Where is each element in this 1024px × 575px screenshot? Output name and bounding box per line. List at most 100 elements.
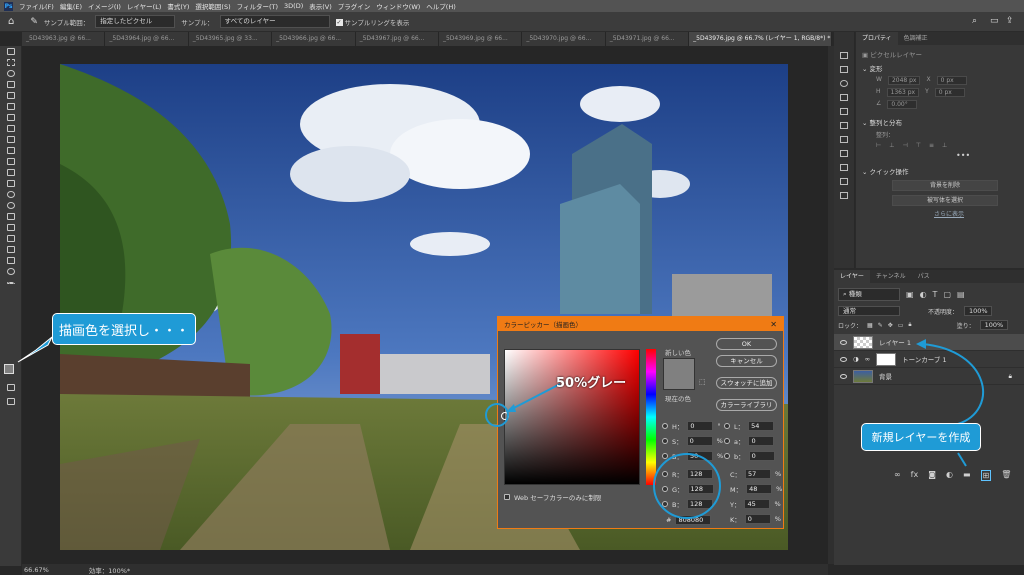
transform-section-title[interactable]: ⌄ 変形 <box>862 63 1024 73</box>
current-color-swatch[interactable] <box>663 374 695 390</box>
new-group-icon[interactable]: ▬ <box>963 470 971 481</box>
tab-doc-4[interactable]: _5D43966.jpg @ 66... <box>272 32 356 46</box>
filter-adjust-icon[interactable]: ◐ <box>920 290 927 299</box>
pen-tool[interactable] <box>0 211 22 222</box>
lock-pixels-icon[interactable]: ▦ <box>867 322 873 329</box>
properties-panel-button[interactable] <box>834 48 854 62</box>
sample-size-select[interactable]: 指定したピクセル <box>95 15 176 28</box>
tab-doc-active[interactable]: _5D43976.jpg @ 66.7% (レイヤー 1, RGB/8*) * <box>689 32 833 46</box>
menu-layer[interactable]: レイヤー(L) <box>127 1 162 11</box>
layer-row-curves[interactable]: ◑ ∞ トーンカーブ 1 <box>834 351 1024 368</box>
remove-background-button[interactable]: 背景を削除 <box>892 180 998 191</box>
libraries-panel-button[interactable] <box>834 62 854 76</box>
tab-properties[interactable]: プロパティ <box>856 32 898 45</box>
workspace-icon[interactable]: ▭ <box>990 16 999 26</box>
new-layer-icon[interactable]: ⊞ <box>980 470 992 481</box>
zoom-tool[interactable] <box>0 266 22 277</box>
lock-paint-icon[interactable]: ✎ <box>878 322 883 329</box>
filter-smart-icon[interactable]: ▤ <box>957 290 965 299</box>
filter-type-icon[interactable]: T <box>933 290 938 299</box>
menu-edit[interactable]: 編集(E) <box>60 1 82 11</box>
tab-doc-8[interactable]: _5D43971.jpg @ 66... <box>605 32 690 46</box>
marquee-tool[interactable] <box>0 57 22 68</box>
show-ring-checkbox[interactable]: ✓ サンプルリングを表示 <box>335 17 409 27</box>
menu-view[interactable]: 表示(V) <box>309 1 332 11</box>
crop-tool[interactable] <box>0 90 22 101</box>
lab-l-input[interactable]: 54 <box>748 421 775 431</box>
lock-all-icon[interactable]: 🔒︎ <box>908 321 911 329</box>
brush-settings-panel-button[interactable] <box>834 104 854 118</box>
layer-row-layer1[interactable]: レイヤー 1 <box>834 334 1024 351</box>
blue-input[interactable]: 128 <box>686 499 713 509</box>
visibility-eye-icon[interactable] <box>840 339 847 345</box>
screen-mode-tool[interactable] <box>0 396 22 407</box>
move-tool[interactable] <box>0 46 22 57</box>
menu-3d[interactable]: 3D(D) <box>284 2 303 10</box>
efficiency-info[interactable]: 効率：100%* <box>89 565 130 575</box>
path-select-tool[interactable] <box>0 233 22 244</box>
align-right-icon[interactable]: ⊣ <box>902 142 907 149</box>
lab-b-radio[interactable] <box>724 453 730 459</box>
align-section-title[interactable]: ⌄ 整列と分布 <box>862 117 1024 127</box>
select-subject-button[interactable]: 被写体を選択 <box>892 195 998 206</box>
adjustments-panel-button[interactable] <box>834 118 854 132</box>
shape-tool[interactable] <box>0 244 22 255</box>
brightness-input[interactable]: 50 <box>686 451 713 461</box>
zoom-level[interactable]: 66.67% <box>24 566 49 574</box>
hex-input[interactable]: 808080 <box>675 515 712 525</box>
red-radio[interactable] <box>662 471 668 477</box>
blue-radio[interactable] <box>662 501 668 507</box>
color-field[interactable] <box>501 349 640 485</box>
tab-paths[interactable]: パス <box>912 270 936 283</box>
edit-toolbar[interactable] <box>0 277 22 288</box>
align-middle-icon[interactable]: ≡ <box>929 142 934 149</box>
fill-field[interactable]: 100% <box>979 320 1008 330</box>
paragraph-panel-button[interactable] <box>834 160 854 174</box>
green-input[interactable]: 128 <box>687 484 714 494</box>
menu-window[interactable]: ウィンドウ(W) <box>376 1 420 11</box>
saturation-input[interactable]: 0 <box>686 436 713 446</box>
tools-preset-panel-button[interactable] <box>834 188 854 202</box>
menu-help[interactable]: ヘルプ(H) <box>426 1 455 11</box>
history-brush-tool[interactable] <box>0 156 22 167</box>
adjustment-layer-icon[interactable]: ◐ <box>946 470 953 481</box>
delete-layer-icon[interactable]: 🗑︎ <box>1001 470 1011 481</box>
height-field[interactable]: 1363 px <box>886 88 920 97</box>
hue-slider[interactable] <box>646 349 656 485</box>
tab-doc-1[interactable]: _5D43963.jpg @ 66... <box>22 32 106 46</box>
add-to-swatches-button[interactable]: スウォッチに追加 <box>716 377 777 389</box>
link-layers-icon[interactable]: ∞ <box>894 470 901 481</box>
home-icon[interactable]: ⌂ <box>8 16 14 27</box>
lasso-tool[interactable] <box>0 68 22 79</box>
layer-kind-select[interactable]: ⌕ 種類 <box>838 288 900 301</box>
eraser-tool[interactable] <box>0 167 22 178</box>
lab-a-input[interactable]: 0 <box>748 436 775 446</box>
yellow-input[interactable]: 45 <box>744 499 771 509</box>
add-mask-icon[interactable]: ◙ <box>928 470 936 481</box>
menu-file[interactable]: ファイル(F) <box>19 1 54 11</box>
eyedropper-tool[interactable] <box>0 112 22 123</box>
menu-type[interactable]: 書式(Y) <box>167 1 189 11</box>
black-input[interactable]: 0 <box>744 514 771 524</box>
cyan-input[interactable]: 57 <box>745 469 772 479</box>
layer-style-fx-icon[interactable]: fx <box>911 470 919 481</box>
red-input[interactable]: 128 <box>687 469 714 479</box>
stamp-tool[interactable] <box>0 145 22 156</box>
tab-doc-3[interactable]: _5D43965.jpg @ 33... <box>188 32 273 46</box>
tab-doc-2[interactable]: _5D43964.jpg @ 66... <box>105 32 189 46</box>
eyedropper-icon[interactable]: ✎ <box>30 17 38 27</box>
width-field[interactable]: 2048 px <box>887 76 921 85</box>
hand-tool[interactable] <box>0 255 22 266</box>
frame-tool[interactable] <box>0 101 22 112</box>
healing-tool[interactable] <box>0 123 22 134</box>
styles-panel-button[interactable] <box>834 174 854 188</box>
align-top-icon[interactable]: ⊤ <box>916 142 921 149</box>
opacity-field[interactable]: 100% <box>964 306 993 316</box>
lab-l-radio[interactable] <box>724 423 730 429</box>
blur-tool[interactable] <box>0 189 22 200</box>
lab-b-input[interactable]: 0 <box>748 451 775 461</box>
quick-select-tool[interactable] <box>0 79 22 90</box>
gamut-cube-icon[interactable]: ⬚ <box>699 378 706 386</box>
angle-field[interactable]: 0.00° <box>887 100 918 109</box>
dodge-tool[interactable] <box>0 200 22 211</box>
